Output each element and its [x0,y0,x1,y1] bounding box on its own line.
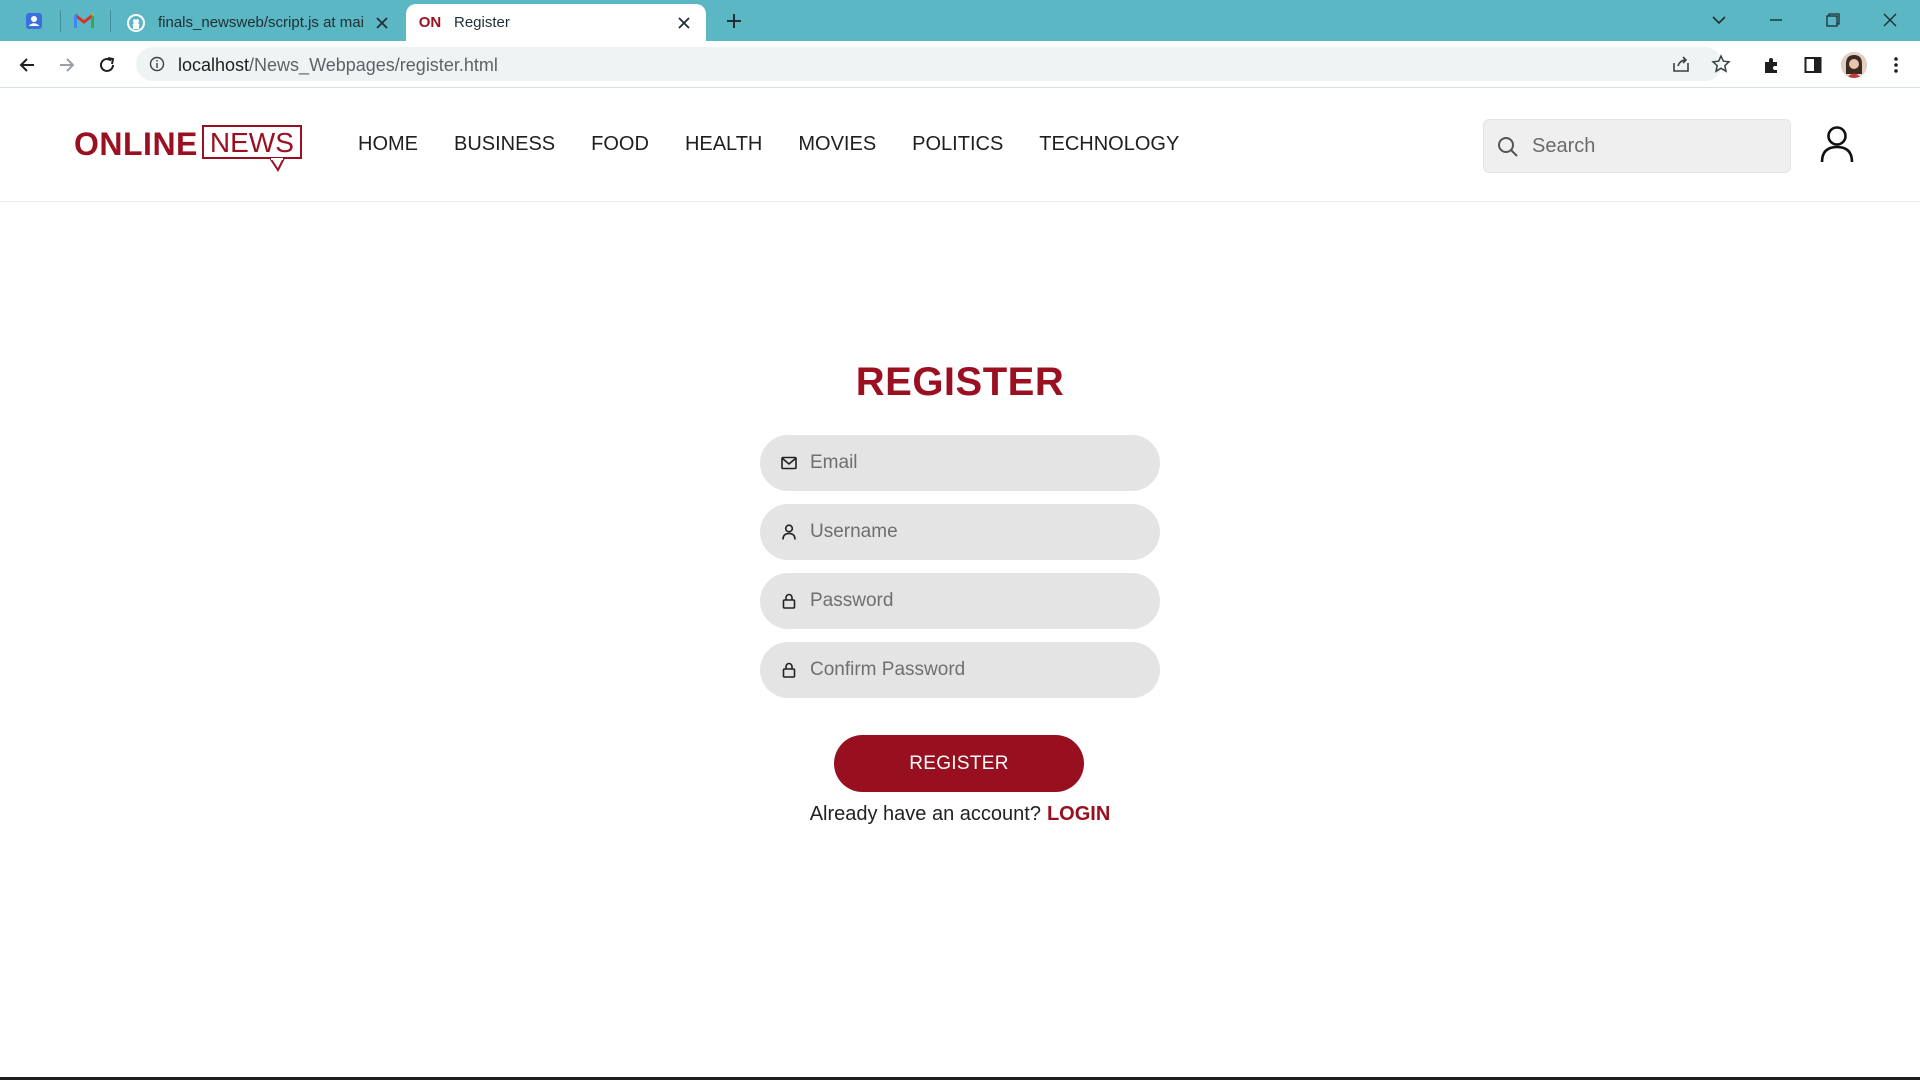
url-host: localhost [178,55,250,75]
nav-technology[interactable]: TECHNOLOGY [1039,133,1179,156]
pinned-tab-contacts[interactable] [22,9,46,33]
site-logo[interactable]: ONLINE NEWS [74,125,302,175]
page-title: REGISTER [855,360,1065,404]
url-path: /News_Webpages/register.html [249,55,498,75]
tab-separator [110,10,111,32]
tab-register[interactable]: ON Register [406,4,706,41]
logo-news-text: NEWS [209,127,294,158]
close-tab-icon[interactable] [372,13,392,33]
tab-search-button[interactable] [1706,8,1732,32]
tab-title: Register [454,14,510,31]
nav-home[interactable]: HOME [358,133,418,156]
tab-separator [60,10,61,32]
github-icon [126,13,146,33]
forward-button[interactable] [54,52,80,78]
reload-button[interactable] [94,52,120,78]
side-panel-button[interactable] [1800,52,1826,78]
arrow-right-icon [60,58,75,72]
plus-icon [727,14,741,28]
nav-movies[interactable]: MOVIES [798,133,876,156]
search-icon [1496,135,1520,159]
user-account-button[interactable] [1817,124,1857,164]
password-field [760,573,1160,629]
back-button[interactable] [14,52,40,78]
tab-title: finals_newsweb/script.js at main [158,14,364,31]
email-input[interactable] [810,445,1140,481]
profile-avatar[interactable] [1841,52,1867,78]
email-field [760,435,1160,491]
user-icon [1820,126,1854,163]
login-prompt-text: Already have an account? [809,803,1041,825]
bookmark-star-icon[interactable] [1710,53,1732,75]
speech-bubble-tail-icon [269,158,285,172]
browser-toolbar: localhost/News_Webpages/register.html [0,41,1920,88]
side-panel-icon [1804,57,1822,73]
new-tab-button[interactable] [722,9,746,33]
share-icon[interactable] [1670,53,1692,75]
tab-github-script[interactable]: finals_newsweb/script.js at main [114,4,404,41]
site-search-box [1483,119,1791,173]
arrow-left-icon [19,58,34,72]
online-news-favicon-icon: ON [418,14,442,31]
logo-online-text: ONLINE [74,126,198,162]
username-field [760,504,1160,560]
login-prompt: Already have an account? LOGIN [760,803,1160,826]
close-icon [1883,13,1897,27]
contacts-icon [26,13,42,29]
site-info-icon[interactable] [148,55,166,73]
nav-health[interactable]: HEALTH [685,133,762,156]
restore-button[interactable] [1820,8,1846,32]
browser-menu-button[interactable] [1883,52,1909,78]
lock-icon [780,661,798,679]
more-vertical-icon [1894,57,1898,73]
close-tab-icon[interactable] [674,13,694,33]
extensions-button[interactable] [1759,52,1785,78]
nav-politics[interactable]: POLITICS [912,133,1003,156]
username-input[interactable] [810,514,1140,550]
main-nav: HOME BUSINESS FOOD HEALTH MOVIES POLITIC… [358,133,1215,156]
password-input[interactable] [810,583,1140,619]
confirm-password-field [760,642,1160,698]
register-button[interactable]: REGISTER [834,735,1084,792]
pinned-tab-gmail[interactable] [72,9,96,33]
browser-tab-strip: finals_newsweb/script.js at main ON Regi… [0,0,1920,41]
reload-icon [100,57,115,72]
chevron-down-icon [1712,16,1726,25]
user-icon [780,523,798,541]
mail-icon [780,454,798,472]
nav-food[interactable]: FOOD [591,133,649,156]
nav-business[interactable]: BUSINESS [454,133,555,156]
puzzle-icon [1765,58,1777,73]
address-bar[interactable]: localhost/News_Webpages/register.html [136,47,1731,81]
page: finals_newsweb/script.js at main ON Regi… [0,0,1920,1080]
login-link[interactable]: LOGIN [1047,803,1110,825]
search-input[interactable] [1532,128,1782,164]
minimize-button[interactable] [1763,8,1789,32]
close-window-button[interactable] [1877,8,1903,32]
lock-icon [780,592,798,610]
logo-news-box: NEWS [201,125,302,172]
site-header: ONLINE NEWS HOME BUSINESS FOOD HEALTH MO… [0,89,1920,202]
restore-icon [1826,13,1840,27]
gmail-icon [74,13,94,28]
address-url: localhost/News_Webpages/register.html [178,55,498,76]
minimize-icon [1770,19,1782,21]
confirm-password-input[interactable] [810,652,1140,688]
